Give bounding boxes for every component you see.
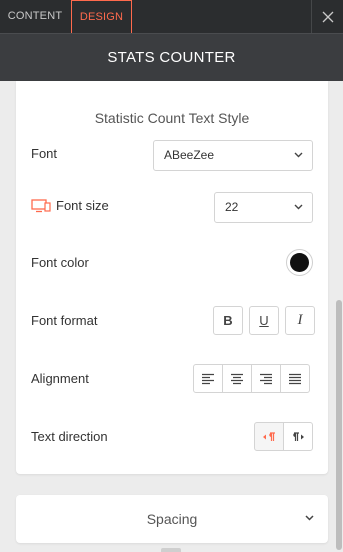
align-right-icon <box>260 373 272 384</box>
spacing-label: Spacing <box>146 511 198 527</box>
text-direction-group <box>254 422 313 451</box>
underline-button[interactable]: U <box>249 306 279 335</box>
spacing-section[interactable]: Spacing <box>16 495 328 543</box>
ltr-direction-icon <box>263 431 275 441</box>
panel-title: STATS COUNTER <box>0 33 343 81</box>
align-left-button[interactable] <box>193 364 223 393</box>
rtl-direction-icon <box>293 431 304 441</box>
align-center-button[interactable] <box>222 364 252 393</box>
text-direction-label: Text direction <box>31 429 108 444</box>
ltr-direction-button[interactable] <box>254 422 284 451</box>
font-size-value: 22 <box>225 200 239 214</box>
color-dot <box>290 253 309 272</box>
font-size-select[interactable]: 22 <box>214 192 313 223</box>
section-title: Statistic Count Text Style <box>94 110 250 126</box>
alignment-label: Alignment <box>31 371 89 386</box>
italic-icon: I <box>297 312 303 328</box>
font-color-label: Font color <box>31 255 89 270</box>
chevron-down-icon <box>294 152 303 158</box>
bold-button[interactable]: B <box>213 306 243 335</box>
font-format-group: B U I <box>213 306 315 335</box>
justify-icon <box>289 373 301 384</box>
font-format-label: Font format <box>31 313 98 328</box>
justify-button[interactable] <box>280 364 310 393</box>
resize-handle[interactable] <box>161 548 181 552</box>
close-button[interactable] <box>311 0 343 33</box>
alignment-group <box>193 364 310 393</box>
font-size-label: Font size <box>56 198 109 213</box>
bold-icon: B <box>223 313 233 328</box>
underline-icon: U <box>259 313 269 328</box>
text-style-card: Statistic Count Text Style Font ABeeZee … <box>16 81 328 474</box>
font-select[interactable]: ABeeZee <box>153 140 313 171</box>
font-label: Font <box>31 146 58 161</box>
chevron-down-icon <box>294 204 303 210</box>
scrollbar-thumb[interactable] <box>336 300 342 550</box>
top-tab-bar: CONTENT DESIGN <box>0 0 343 33</box>
font-select-value: ABeeZee <box>164 148 215 162</box>
settings-scroll-area[interactable]: Statistic Count Text Style Font ABeeZee … <box>0 81 343 552</box>
align-left-icon <box>202 373 214 384</box>
align-right-button[interactable] <box>251 364 281 393</box>
font-color-swatch[interactable] <box>286 249 313 276</box>
tab-content[interactable]: CONTENT <box>0 0 70 33</box>
desktop-icon[interactable] <box>31 198 51 213</box>
rtl-direction-button[interactable] <box>283 422 313 451</box>
italic-button[interactable]: I <box>285 306 315 335</box>
close-icon <box>322 11 333 22</box>
tab-design[interactable]: DESIGN <box>71 0 132 33</box>
align-center-icon <box>231 373 243 384</box>
chevron-down-icon <box>305 515 314 521</box>
font-size-row-label: Font size <box>31 198 109 213</box>
